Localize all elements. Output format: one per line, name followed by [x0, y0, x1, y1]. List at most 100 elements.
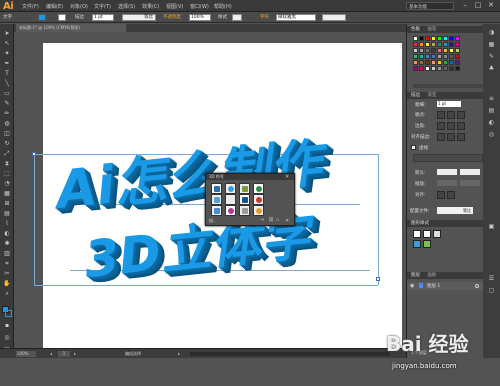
symbol-swatch[interactable]	[253, 205, 264, 216]
gradient-panel-icon[interactable]: ▤	[487, 106, 496, 115]
color-swatch[interactable]	[425, 66, 430, 71]
layers-panel-icon[interactable]: ☰	[487, 274, 496, 283]
draw-mode-icon[interactable]: ◎	[3, 334, 11, 342]
symbols-panel-title[interactable]: 3D 符号	[206, 174, 294, 180]
color-swatch[interactable]	[437, 54, 442, 59]
color-swatch[interactable]	[449, 36, 454, 41]
projecting-cap-button[interactable]	[457, 111, 465, 119]
type-tool-icon[interactable]: T	[3, 70, 11, 78]
color-swatch[interactable]	[437, 48, 442, 53]
color-swatch[interactable]	[413, 54, 418, 59]
color-swatch[interactable]	[425, 60, 430, 65]
stroke-weight-input[interactable]: 1 pt	[92, 14, 114, 21]
color-swatch[interactable]	[455, 60, 460, 65]
color-swatch[interactable]	[437, 66, 442, 71]
color-swatch[interactable]	[431, 66, 436, 71]
visibility-eye-icon[interactable]: ◉	[410, 283, 414, 289]
color-swatch[interactable]	[437, 42, 442, 47]
color-swatch[interactable]	[425, 42, 430, 47]
character-label[interactable]: 字符	[260, 14, 269, 21]
blob-brush-tool-icon[interactable]: ◍	[3, 120, 11, 128]
color-swatch[interactable]	[419, 42, 424, 47]
graphic-style-default[interactable]	[413, 230, 421, 238]
color-swatch[interactable]	[419, 48, 424, 53]
arrow-align-button-2[interactable]	[447, 191, 455, 199]
swatch-library-bar[interactable]	[413, 84, 483, 88]
color-swatch[interactable]	[449, 54, 454, 59]
blend-tool-icon[interactable]: ◐	[3, 230, 11, 238]
magic-wand-tool-icon[interactable]: ✦	[3, 50, 11, 58]
font-family-select[interactable]: 微软雅黑	[276, 14, 316, 21]
menu-object[interactable]: 对象(O)	[70, 3, 88, 10]
color-swatch[interactable]	[419, 66, 424, 71]
round-join-button[interactable]	[447, 122, 455, 130]
color-swatch[interactable]	[425, 54, 430, 59]
round-cap-button[interactable]	[447, 111, 455, 119]
color-swatch[interactable]	[431, 60, 436, 65]
color-swatch[interactable]	[413, 66, 418, 71]
horizontal-scrollbar[interactable]	[190, 352, 390, 356]
stroke-color-icon[interactable]	[58, 14, 66, 21]
eraser-tool-icon[interactable]: ◫	[3, 130, 11, 138]
menu-help[interactable]: 帮助(H)	[214, 3, 232, 10]
tab-gradient[interactable]: 渐变	[427, 93, 436, 98]
color-panel-icon[interactable]: ◑	[487, 28, 496, 37]
color-guide-icon[interactable]: ▦	[487, 40, 496, 49]
menu-effect[interactable]: 效果(C)	[142, 3, 159, 10]
artboards-panel-icon[interactable]: ▢	[487, 286, 496, 295]
color-swatch[interactable]	[431, 48, 436, 53]
font-style-select[interactable]	[322, 14, 346, 21]
tab-stroke[interactable]: 描边	[411, 93, 420, 98]
panel-close-icon[interactable]: ✕	[285, 174, 289, 180]
menu-edit[interactable]: 编辑(E)	[46, 3, 63, 10]
color-swatch[interactable]	[413, 36, 418, 41]
arrow-align-button[interactable]	[437, 191, 445, 199]
rotate-tool-icon[interactable]: ↻	[3, 140, 11, 148]
mesh-tool-icon[interactable]: ⊞	[3, 200, 11, 208]
dash-gap-fields[interactable]	[413, 154, 483, 162]
color-swatch[interactable]	[413, 48, 418, 53]
symbol-swatch[interactable]	[239, 183, 250, 194]
color-swatch[interactable]	[455, 66, 460, 71]
menu-select[interactable]: 选择(S)	[118, 3, 135, 10]
color-swatch[interactable]	[449, 42, 454, 47]
eyedropper-tool-icon[interactable]: ⌇	[3, 220, 11, 228]
color-swatch[interactable]	[443, 42, 448, 47]
symbol-swatch[interactable]	[253, 183, 264, 194]
symbol-swatch[interactable]	[211, 183, 222, 194]
layer-target-icon[interactable]	[475, 284, 479, 288]
graphic-style-3[interactable]	[433, 230, 441, 238]
artboard-nav-next-icon[interactable]: ▸	[74, 351, 76, 357]
symbols-panel-icon[interactable]: ♣	[487, 64, 496, 73]
tab-graphic-styles[interactable]: 图形样式	[411, 221, 429, 226]
color-swatch[interactable]	[443, 36, 448, 41]
butt-cap-button[interactable]	[437, 111, 445, 119]
start-scale-input[interactable]	[437, 180, 457, 186]
color-swatch[interactable]	[449, 48, 454, 53]
symbol-swatch[interactable]	[225, 205, 236, 216]
layer-name[interactable]: 图层 1	[427, 283, 440, 289]
selection-tool-icon[interactable]: ➤	[3, 30, 11, 38]
symbol-swatch[interactable]	[253, 194, 264, 205]
free-transform-tool-icon[interactable]: ⬚	[3, 170, 11, 178]
color-swatch[interactable]	[431, 36, 436, 41]
menu-type[interactable]: 文字(T)	[94, 3, 111, 10]
align-center-button[interactable]	[437, 133, 445, 141]
symbol-sprayer-tool-icon[interactable]: ✺	[3, 240, 11, 248]
line-tool-icon[interactable]: ╲	[3, 80, 11, 88]
graphic-styles-icon[interactable]: ▣	[487, 222, 496, 231]
brush-panel-icon[interactable]: ✎	[487, 52, 496, 61]
layer-row[interactable]: ◉ 图层 1	[407, 282, 485, 290]
minimize-button[interactable]: –	[459, 1, 471, 10]
menu-view[interactable]: 视图(V)	[166, 3, 183, 10]
gradient-tool-icon[interactable]: ▤	[3, 210, 11, 218]
bevel-join-button[interactable]	[457, 122, 465, 130]
delete-symbol-icon[interactable]: ✕	[285, 218, 289, 224]
dashed-line-checkbox[interactable]	[411, 145, 416, 150]
stroke-panel-icon[interactable]: ≡	[487, 94, 496, 103]
artboard-number[interactable]: 1	[58, 351, 70, 357]
end-scale-input[interactable]	[460, 180, 480, 186]
document-tab[interactable]: 未标题-1* @ 100% (CMYK/预览)	[16, 24, 126, 32]
color-swatch[interactable]	[419, 60, 424, 65]
rectangle-tool-icon[interactable]: ▭	[3, 90, 11, 98]
